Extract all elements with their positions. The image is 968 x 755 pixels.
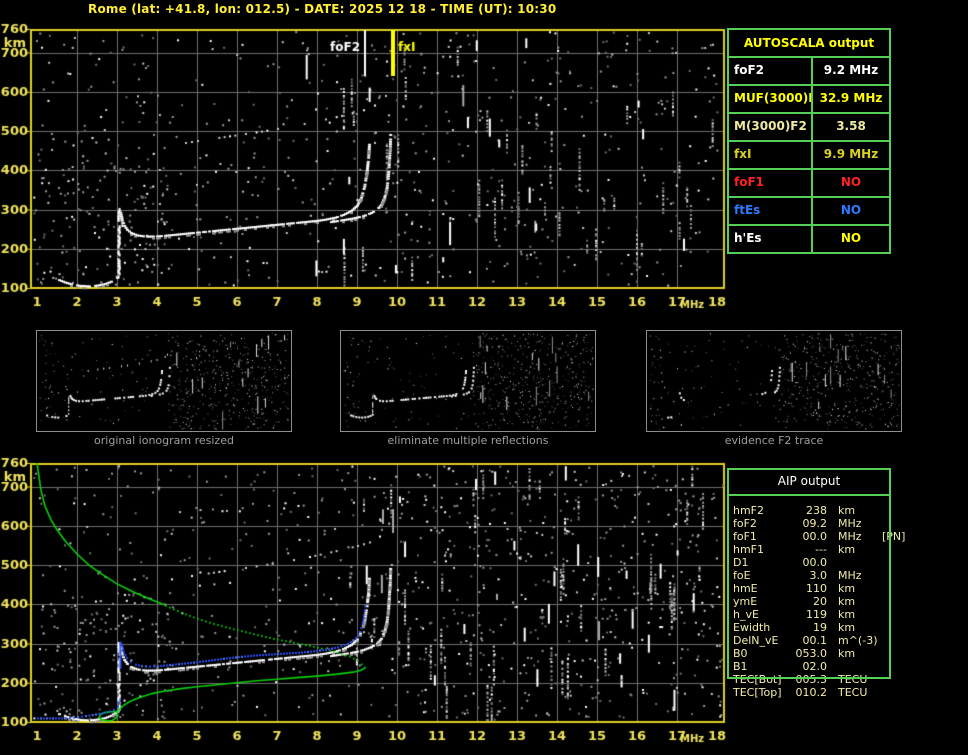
aip-u: m^(-3) (838, 634, 878, 647)
thumbnail-evidence-f2-trace (646, 330, 902, 432)
aip-l: TEC[Bot] (733, 673, 782, 686)
station-date-time-title: Rome (lat: +41.8, lon: 012.5) - DATE: 20… (88, 2, 557, 16)
aip-row-D1: D1 00.0 (733, 556, 882, 569)
aip-row-B1: B1 02.0 (733, 660, 882, 673)
table-row-foF2: foF2 9.2 MHz (729, 58, 889, 86)
aip-row-TEC[Top]: TEC[Top] 010.2 TECU (733, 686, 882, 699)
aip-v: 238 (806, 504, 827, 517)
aip-row-h_vE: h_vE 119 km (733, 608, 882, 621)
aip-header-divider (727, 494, 891, 496)
table-row-hEs: h'Es NO (729, 226, 889, 252)
aip-u: km (838, 504, 856, 517)
aip-v: 19 (813, 621, 827, 634)
bottom-ionogram-plot-with-profile (0, 452, 732, 752)
aip-l: foF2 (733, 517, 757, 530)
aip-l: B0 (733, 647, 748, 660)
table-row-MUF: MUF(3000)F2 32.9 MHz (729, 86, 889, 114)
aip-l: foE (733, 569, 751, 582)
MUF-label: MUF(3000)F2 (729, 86, 813, 112)
aip-l: h_vE (733, 608, 759, 621)
thumbnail-eliminate-reflections (340, 330, 596, 432)
aip-v: --- (815, 543, 827, 556)
aip-l: Ewidth (733, 621, 771, 634)
M3000-label: M(3000)F2 (729, 114, 813, 140)
foF2-label: foF2 (729, 58, 813, 84)
aip-u: MHz (838, 569, 862, 582)
aip-row-foF2: foF2 09.2 MHz (733, 517, 882, 530)
ftEs-label: ftEs (729, 198, 813, 224)
aip-l: foF1 (733, 530, 757, 543)
table-row-fxI: fxI 9.9 MHz (729, 142, 889, 170)
aip-row-Ewidth: Ewidth 19 km (733, 621, 882, 634)
aip-v: 20 (813, 595, 827, 608)
fxI-value: 9.9 MHz (823, 147, 879, 161)
thumbnail-caption-2: eliminate multiple reflections (387, 434, 549, 447)
aip-v: 00.1 (802, 634, 828, 647)
aip-l: TEC[Top] (733, 686, 782, 699)
aip-row-ymE: ymE 20 km (733, 595, 882, 608)
table-row-ftEs: ftEs NO (729, 198, 889, 226)
aip-u: km (838, 543, 856, 556)
foF1-label: foF1 (729, 170, 813, 196)
aip-v: 110 (806, 582, 827, 595)
hEs-label: h'Es (729, 226, 813, 252)
autoscala-output-panel: AUTOSCALA output foF2 9.2 MHz MUF(3000)F… (727, 28, 891, 254)
table-row-foF1: foF1 NO (729, 170, 889, 198)
aip-u: MHz (838, 530, 862, 543)
aip-u: km (838, 582, 856, 595)
thumbnail-caption-3: evidence F2 trace (724, 434, 824, 447)
aip-v: 09.2 (802, 517, 828, 530)
table-row-M3000: M(3000)F2 3.58 (729, 114, 889, 142)
autoscala-window: Rome (lat: +41.8, lon: 012.5) - DATE: 20… (0, 0, 968, 755)
aip-u: km (838, 647, 856, 660)
ftEs-value: NO (840, 203, 862, 217)
aip-row-TEC[Bot]: TEC[Bot] 005.3 TECU (733, 673, 882, 686)
aip-u: km (838, 621, 856, 634)
aip-u: TECU (838, 686, 868, 699)
aip-row-hmE: hmE 110 km (733, 582, 882, 595)
aip-u: TECU (838, 673, 868, 686)
aip-l: D1 (733, 556, 749, 569)
aip-v: 3.0 (809, 569, 828, 582)
aip-row-hmF2: hmF2 238 km (733, 504, 882, 517)
aip-x: [PN] (882, 530, 906, 543)
aip-row-hmF1: hmF1 --- km (733, 543, 882, 556)
aip-row-DelN_vE: DelN_vE 00.1 m^(-3) (733, 634, 882, 647)
foF2-value: 9.2 MHz (823, 63, 879, 77)
M3000-value: 3.58 (836, 119, 866, 133)
aip-v: 00.0 (802, 530, 828, 543)
thumbnail-original-ionogram (36, 330, 292, 432)
aip-u: MHz (838, 517, 862, 530)
aip-row-foE: foE 3.0 MHz (733, 569, 882, 582)
aip-l: DelN_vE (733, 634, 779, 647)
foF1-value: NO (840, 175, 862, 189)
aip-u: km (838, 608, 856, 621)
aip-v: 00.0 (802, 556, 828, 569)
aip-u (838, 660, 882, 673)
aip-l: hmE (733, 582, 758, 595)
top-ionogram-plot (0, 18, 732, 318)
MUF-value: 32.9 MHz (819, 91, 883, 105)
aip-u: km (838, 595, 856, 608)
aip-row-foF1: foF1 00.0 MHz [PN] (733, 530, 905, 543)
aip-v: 119 (806, 608, 827, 621)
aip-v: 010.2 (795, 686, 828, 699)
hEs-value: NO (840, 231, 862, 245)
aip-v: 005.3 (795, 673, 828, 686)
aip-l: B1 (733, 660, 748, 673)
aip-v: 02.0 (802, 660, 828, 673)
aip-row-B0: B0 053.0 km (733, 647, 882, 660)
aip-l: ymE (733, 595, 758, 608)
aip-l: hmF2 (733, 504, 765, 517)
fxI-label: fxI (729, 142, 813, 168)
aip-v: 053.0 (795, 647, 828, 660)
aip-u (838, 556, 882, 569)
aip-l: hmF1 (733, 543, 765, 556)
autoscala-panel-title: AUTOSCALA output (729, 30, 889, 58)
aip-panel-title: AIP output (777, 474, 841, 488)
thumbnail-caption-1: original ionogram resized (94, 434, 234, 447)
